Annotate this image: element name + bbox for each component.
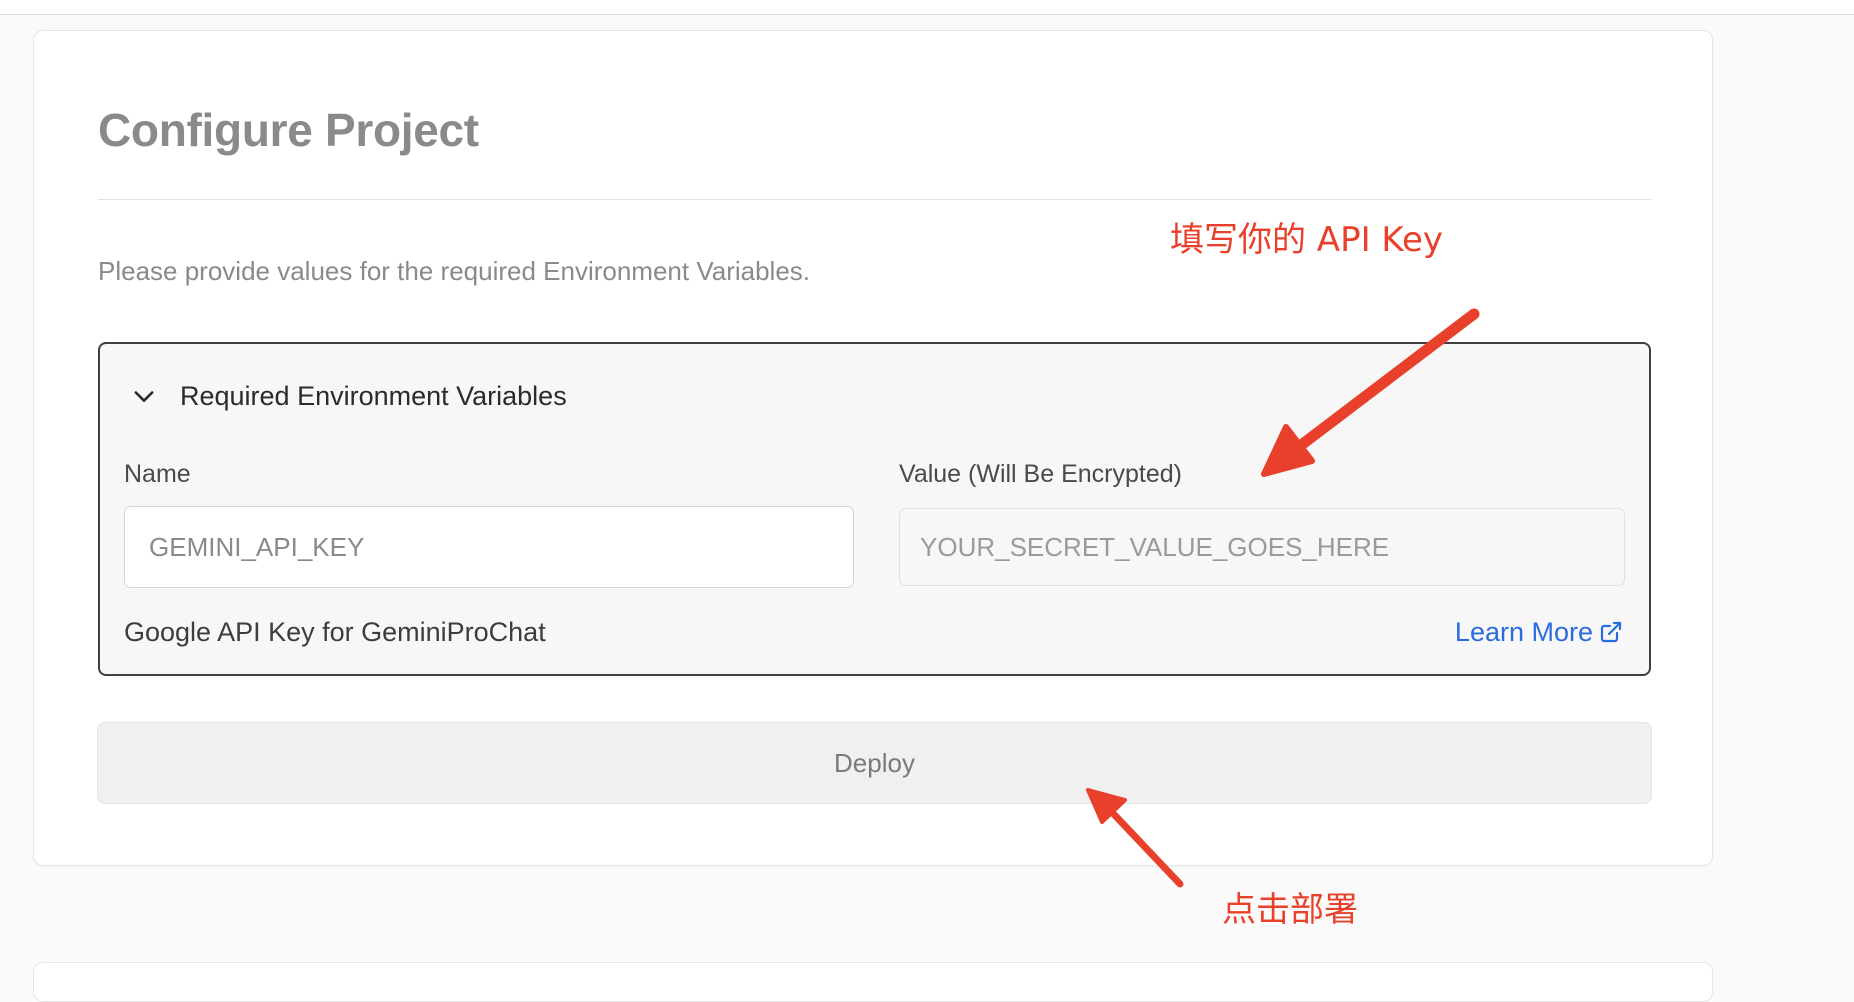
page-subtitle: Please provide values for the required E… [98,256,811,286]
name-label: Name [124,460,191,488]
annotation-fill-api-key: 填写你的 API Key [1170,220,1444,260]
deploy-button[interactable]: Deploy [97,722,1652,804]
env-helper-text: Google API Key for GeminiProChat [124,617,546,647]
learn-more-link[interactable]: Learn More [1455,614,1623,650]
env-variables-panel: Required Environment Variables Name Valu… [98,342,1651,676]
env-value-input[interactable] [899,508,1625,586]
external-link-icon [1600,621,1622,643]
value-label: Value (Will Be Encrypted) [899,460,1182,488]
env-panel-title: Required Environment Variables [180,380,567,411]
annotation-click-deploy: 点击部署 [1222,890,1358,930]
title-divider [98,199,1651,200]
page-title: Configure Project [98,104,479,156]
next-section-card [33,962,1713,1002]
env-name-input[interactable] [124,506,854,588]
chevron-down-icon [134,391,154,402]
top-bar [0,0,1854,15]
learn-more-label: Learn More [1454,617,1593,647]
env-panel-toggle[interactable]: Required Environment Variables [130,376,567,416]
